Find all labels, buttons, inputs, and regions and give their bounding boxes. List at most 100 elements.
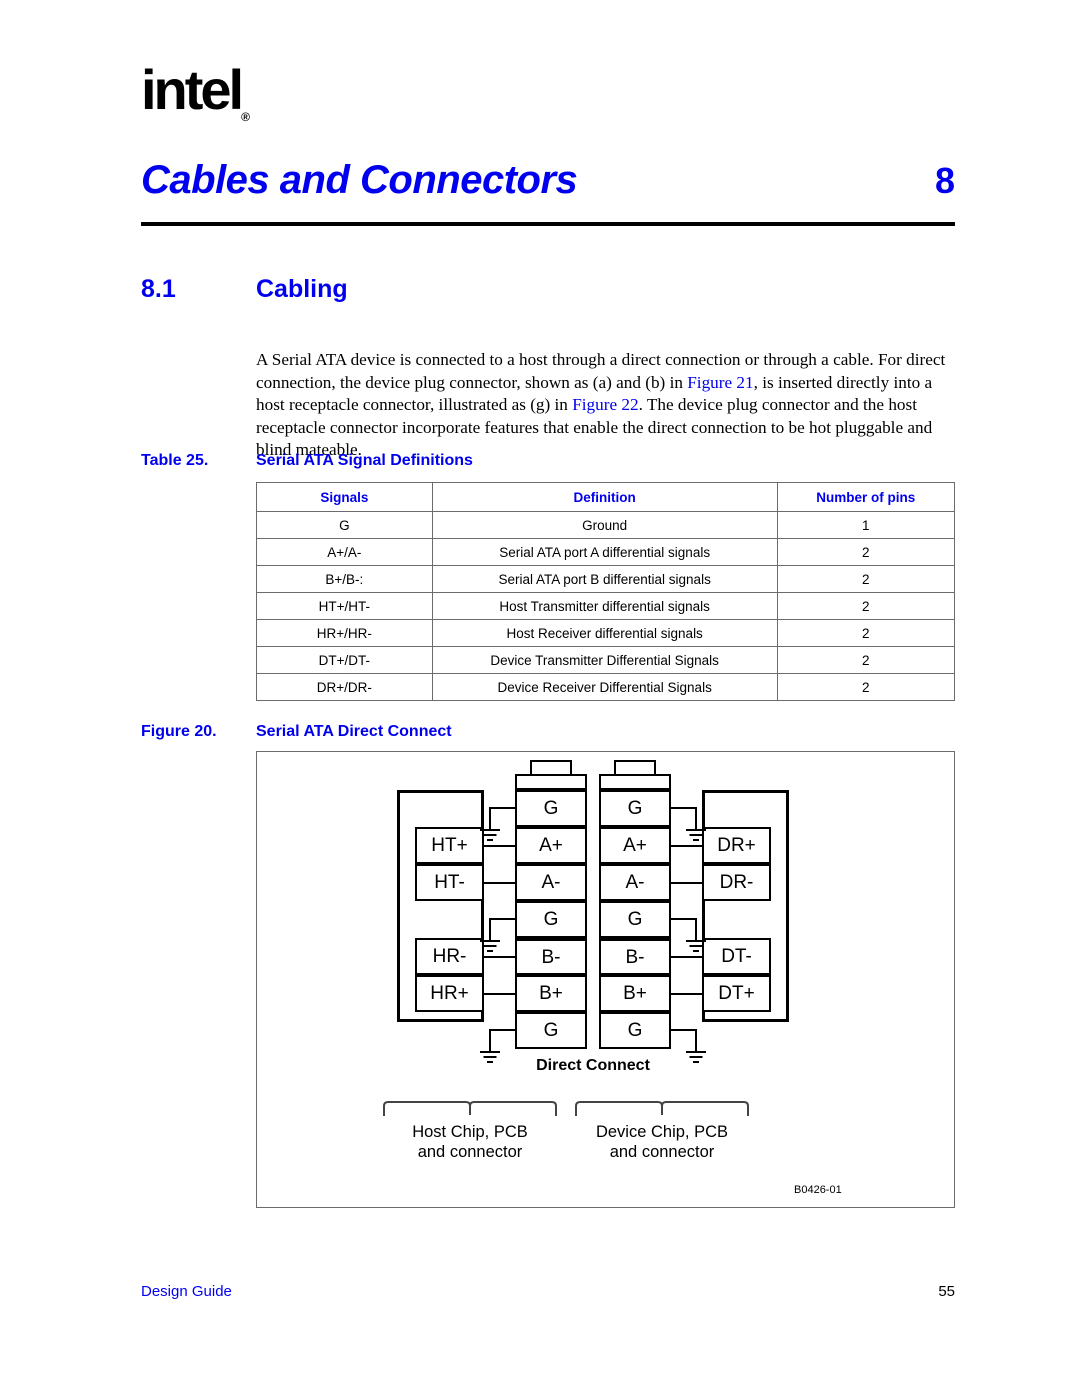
chapter-number: 8 bbox=[934, 160, 955, 201]
table-cell-pin-count: 2 bbox=[776, 673, 956, 701]
cross-reference-figure-22[interactable]: Figure 22 bbox=[572, 395, 638, 414]
table-row: G Ground 1 bbox=[256, 511, 956, 539]
wire-a-plus-to-dr-plus bbox=[670, 845, 703, 847]
ground-wire-device-g3-horizontal bbox=[670, 1029, 697, 1031]
direct-connect-label: Direct Connect bbox=[536, 1057, 650, 1074]
device-group-label-line1: Device Chip, PCB bbox=[595, 1123, 729, 1141]
table-cell-pin-count: 2 bbox=[776, 619, 956, 647]
table-cell-signal: HT+/HT- bbox=[256, 592, 433, 620]
host-group-label-line1: Host Chip, PCB bbox=[412, 1123, 528, 1141]
device-group-label: Device Chip, PCB and connector bbox=[575, 1122, 749, 1162]
wire-b-minus-to-dt-minus bbox=[670, 956, 703, 958]
wire-ht-plus-to-a-plus bbox=[483, 845, 516, 847]
table-caption: Table 25. Serial ATA Signal Definitions bbox=[141, 452, 955, 470]
chapter-header-rule bbox=[141, 222, 955, 226]
host-connector-body bbox=[515, 774, 587, 790]
table-cell-definition: Device Transmitter Differential Signals bbox=[431, 646, 778, 674]
table-cell-pin-count: 2 bbox=[776, 646, 956, 674]
ground-symbol-host-g1 bbox=[480, 829, 500, 842]
host-connector-pin-b-plus: B+ bbox=[515, 975, 587, 1012]
registered-trademark-icon: ® bbox=[241, 110, 250, 125]
wire-b-plus-to-dt-plus bbox=[670, 993, 703, 995]
host-pin-ht-plus: HT+ bbox=[415, 827, 484, 864]
device-connector-pin-b-minus: B- bbox=[599, 938, 671, 975]
ground-wire-host-g2-horizontal bbox=[489, 918, 516, 920]
host-pin-hr-minus: HR- bbox=[415, 938, 484, 975]
device-connector-pin-g-1: G bbox=[599, 790, 671, 827]
ground-wire-host-g1-horizontal bbox=[489, 807, 516, 809]
intel-logo: intel® bbox=[141, 62, 271, 125]
wire-ht-minus-to-a-minus bbox=[483, 882, 516, 884]
host-group-label-line2: and connector bbox=[417, 1143, 523, 1161]
intel-logo-wordmark: intel® bbox=[141, 58, 250, 125]
table-row: DR+/DR- Device Receiver Differential Sign… bbox=[256, 673, 956, 701]
column-header-definition: Definition bbox=[431, 482, 778, 512]
table-cell-signal: A+/A- bbox=[256, 538, 433, 566]
ground-wire-host-g3-vertical bbox=[489, 1029, 491, 1051]
table-cell-pin-count: 2 bbox=[776, 565, 956, 593]
host-connector-pin-b-minus: B- bbox=[515, 938, 587, 975]
footer-document-title: Design Guide bbox=[141, 1283, 232, 1300]
ground-wire-host-g1-vertical bbox=[489, 807, 491, 829]
cross-reference-figure-21[interactable]: Figure 21 bbox=[687, 373, 753, 392]
host-group-label: Host Chip, PCB and connector bbox=[383, 1122, 557, 1162]
table-cell-definition: Device Receiver Differential Signals bbox=[431, 673, 778, 701]
figure-caption: Figure 20. Serial ATA Direct Connect bbox=[141, 723, 955, 741]
host-group-brace bbox=[383, 1100, 557, 1116]
ground-wire-device-g2-vertical bbox=[695, 918, 697, 940]
table-cell-signal: DT+/DT- bbox=[256, 646, 433, 674]
device-connector-pin-g-2: G bbox=[599, 901, 671, 938]
table-cell-pin-count: 2 bbox=[776, 538, 956, 566]
wire-hr-plus-to-b-plus bbox=[483, 993, 516, 995]
device-pin-dr-plus: DR+ bbox=[702, 827, 771, 864]
column-header-signals: Signals bbox=[256, 482, 433, 512]
wire-hr-minus-to-b-minus bbox=[483, 956, 516, 958]
section-title: Cabling bbox=[256, 275, 348, 303]
device-group-label-line2: and connector bbox=[609, 1143, 715, 1161]
device-pin-dr-minus: DR- bbox=[702, 864, 771, 901]
device-connector-pin-a-minus: A- bbox=[599, 864, 671, 901]
chapter-title: Cables and Connectors bbox=[141, 158, 578, 202]
table-cell-pin-count: 2 bbox=[776, 592, 956, 620]
ground-wire-host-g3-horizontal bbox=[489, 1029, 516, 1031]
device-connector-body bbox=[599, 774, 671, 790]
device-pin-dt-minus: DT- bbox=[702, 938, 771, 975]
table-header-row: Signals Definition Number of pins bbox=[256, 482, 956, 512]
host-pin-hr-plus: HR+ bbox=[415, 975, 484, 1012]
ground-symbol-host-g2 bbox=[480, 940, 500, 953]
page-footer: Design Guide 55 bbox=[141, 1283, 955, 1300]
table-row: DT+/DT- Device Transmitter Differential S… bbox=[256, 646, 956, 674]
ground-wire-device-g3-vertical bbox=[695, 1029, 697, 1051]
table-caption-title: Serial ATA Signal Definitions bbox=[256, 452, 473, 469]
host-connector-pin-a-minus: A- bbox=[515, 864, 587, 901]
table-cell-signal: G bbox=[256, 511, 433, 539]
table-cell-definition: Serial ATA port A differential signals bbox=[431, 538, 778, 566]
table-cell-signal: HR+/HR- bbox=[256, 619, 433, 647]
footer-page-number: 55 bbox=[938, 1283, 955, 1300]
table-cell-definition: Host Transmitter differential signals bbox=[431, 592, 778, 620]
device-connector-pin-a-plus: A+ bbox=[599, 827, 671, 864]
ground-wire-host-g2-vertical bbox=[489, 918, 491, 940]
table-row: HT+/HT- Host Transmitter differential sig… bbox=[256, 592, 956, 620]
host-connector-pin-g-1: G bbox=[515, 790, 587, 827]
device-pin-dt-plus: DT+ bbox=[702, 975, 771, 1012]
figure-caption-label: Figure 20. bbox=[141, 723, 217, 740]
chapter-header: Cables and Connectors 8 bbox=[141, 158, 955, 203]
device-connector-pin-b-plus: B+ bbox=[599, 975, 671, 1012]
table-cell-definition: Ground bbox=[431, 511, 778, 539]
figure-caption-title: Serial ATA Direct Connect bbox=[256, 723, 452, 740]
table-cell-definition: Host Receiver differential signals bbox=[431, 619, 778, 647]
table-row: A+/A- Serial ATA port A differential sign… bbox=[256, 538, 956, 566]
section-number: 8.1 bbox=[141, 275, 176, 303]
device-group-brace bbox=[575, 1100, 749, 1116]
host-connector-pin-a-plus: A+ bbox=[515, 827, 587, 864]
ground-wire-device-g1-vertical bbox=[695, 807, 697, 829]
table-row: HR+/HR- Host Receiver differential signal… bbox=[256, 619, 956, 647]
table-cell-pin-count: 1 bbox=[776, 511, 956, 539]
figure-id-label: B0426-01 bbox=[794, 1184, 842, 1196]
section-heading: 8.1 Cabling bbox=[141, 275, 955, 304]
ground-symbol-device-g2 bbox=[686, 940, 706, 953]
table-cell-signal: B+/B-: bbox=[256, 565, 433, 593]
ground-symbol-device-g1 bbox=[686, 829, 706, 842]
table-row: B+/B-: Serial ATA port B differential sig… bbox=[256, 565, 956, 593]
